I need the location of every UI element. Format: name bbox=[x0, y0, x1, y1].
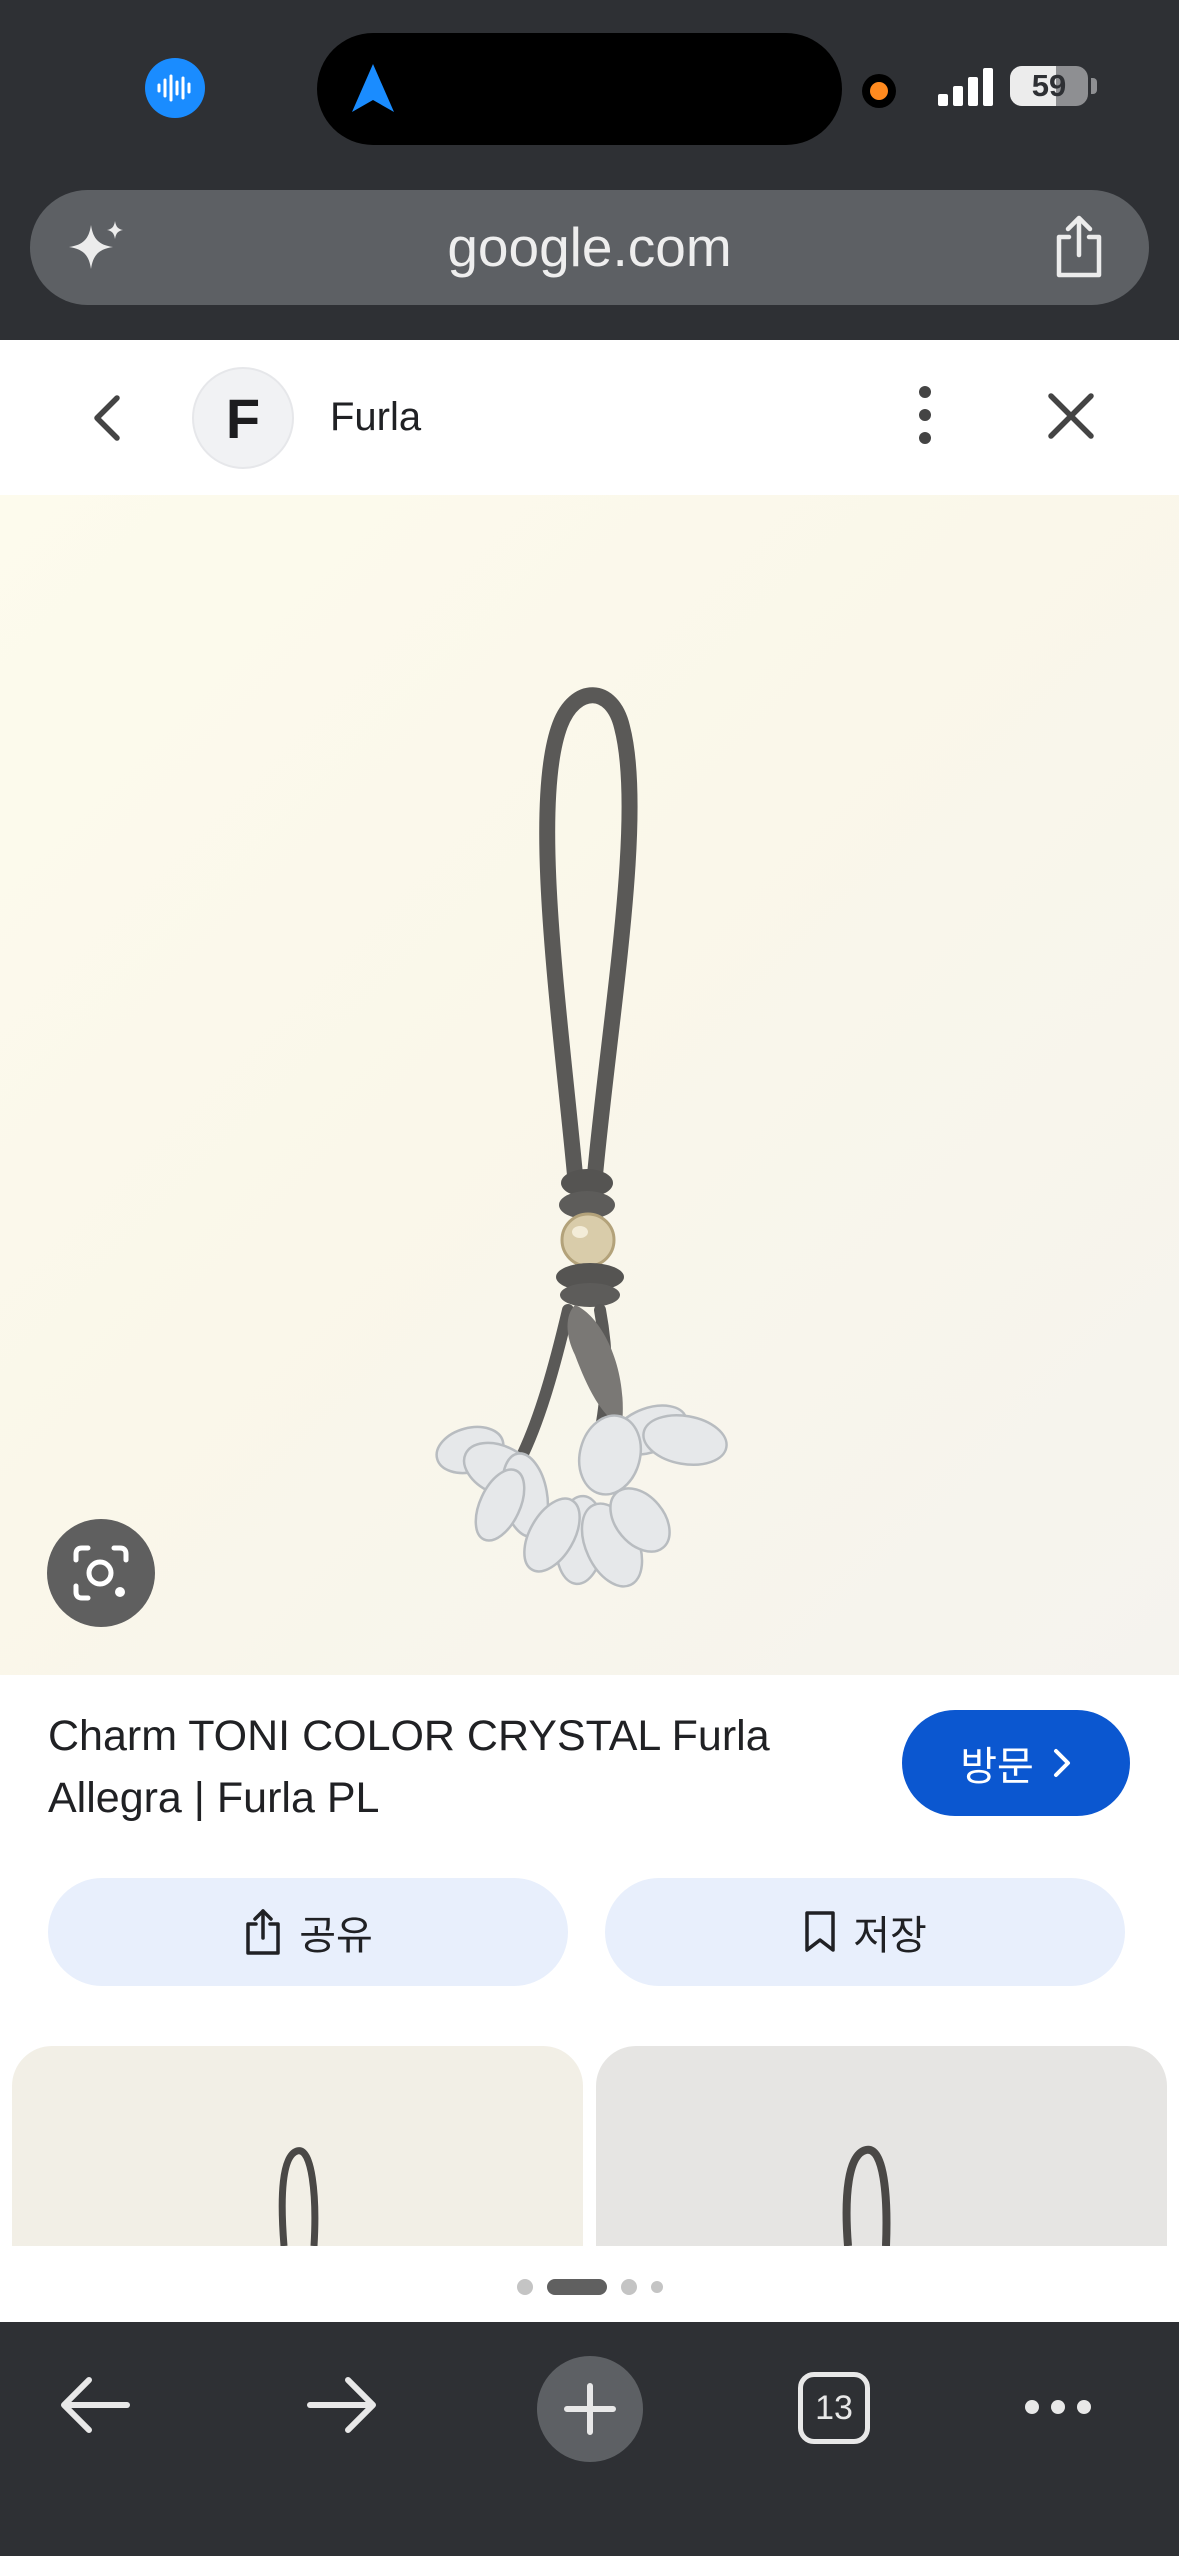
product-image[interactable] bbox=[0, 495, 1179, 1675]
carousel-indicator bbox=[0, 2272, 1179, 2302]
plus-icon bbox=[564, 2383, 616, 2435]
save-label: 저장 bbox=[853, 1914, 927, 1958]
chevron-right-icon bbox=[1053, 1749, 1070, 1777]
battery-icon: 59 bbox=[1010, 66, 1088, 106]
more-options-icon[interactable] bbox=[910, 380, 940, 450]
tab-switcher-button[interactable]: 13 bbox=[798, 2372, 870, 2444]
voice-assistant-icon[interactable] bbox=[145, 58, 205, 118]
status-bar: 59 bbox=[0, 0, 1179, 180]
url-text: google.com bbox=[447, 216, 732, 278]
bookmark-icon bbox=[805, 1911, 835, 1952]
share-button[interactable]: 공유 bbox=[48, 1878, 568, 1986]
lens-search-button[interactable] bbox=[47, 1519, 155, 1627]
image-viewer-panel: F Furla Charm TONI COLOR CRYSTAL Furla A… bbox=[0, 340, 1179, 2322]
close-icon[interactable] bbox=[1045, 390, 1097, 447]
navigation-arrow-icon bbox=[350, 62, 396, 119]
new-tab-button[interactable] bbox=[537, 2356, 643, 2462]
browser-toolbar: 13 bbox=[0, 2322, 1179, 2556]
save-button[interactable]: 저장 bbox=[605, 1878, 1125, 1986]
site-name[interactable]: Furla bbox=[330, 340, 421, 495]
carousel-dot[interactable] bbox=[620, 2279, 637, 2295]
battery-level: 59 bbox=[1031, 68, 1067, 103]
site-avatar[interactable]: F bbox=[192, 367, 294, 469]
address-bar[interactable]: google.com bbox=[30, 190, 1149, 305]
viewer-header: F Furla bbox=[0, 340, 1179, 495]
result-title[interactable]: Charm TONI COLOR CRYSTAL Furla Allegra |… bbox=[48, 1705, 808, 1829]
share-label: 공유 bbox=[299, 1914, 373, 1958]
back-arrow-icon[interactable] bbox=[55, 2370, 135, 2445]
visit-label: 방문 bbox=[960, 1745, 1034, 1789]
more-menu-icon[interactable] bbox=[1022, 2382, 1094, 2437]
cellular-signal-icon bbox=[938, 66, 994, 111]
forward-arrow-icon[interactable] bbox=[302, 2370, 382, 2445]
carousel-dot[interactable] bbox=[650, 2281, 663, 2293]
carousel-dot[interactable] bbox=[516, 2279, 533, 2295]
related-image[interactable] bbox=[12, 2046, 583, 2246]
charm-illustration bbox=[435, 687, 728, 1588]
share-icon[interactable] bbox=[1051, 215, 1107, 284]
related-image[interactable] bbox=[596, 2046, 1167, 2246]
share-icon bbox=[246, 1909, 280, 1955]
recording-indicator-icon bbox=[862, 74, 896, 108]
carousel-dot[interactable] bbox=[546, 2279, 607, 2295]
back-chevron-icon[interactable] bbox=[85, 390, 129, 451]
battery-tip bbox=[1091, 78, 1097, 94]
visit-button[interactable]: 방문 bbox=[902, 1710, 1130, 1816]
